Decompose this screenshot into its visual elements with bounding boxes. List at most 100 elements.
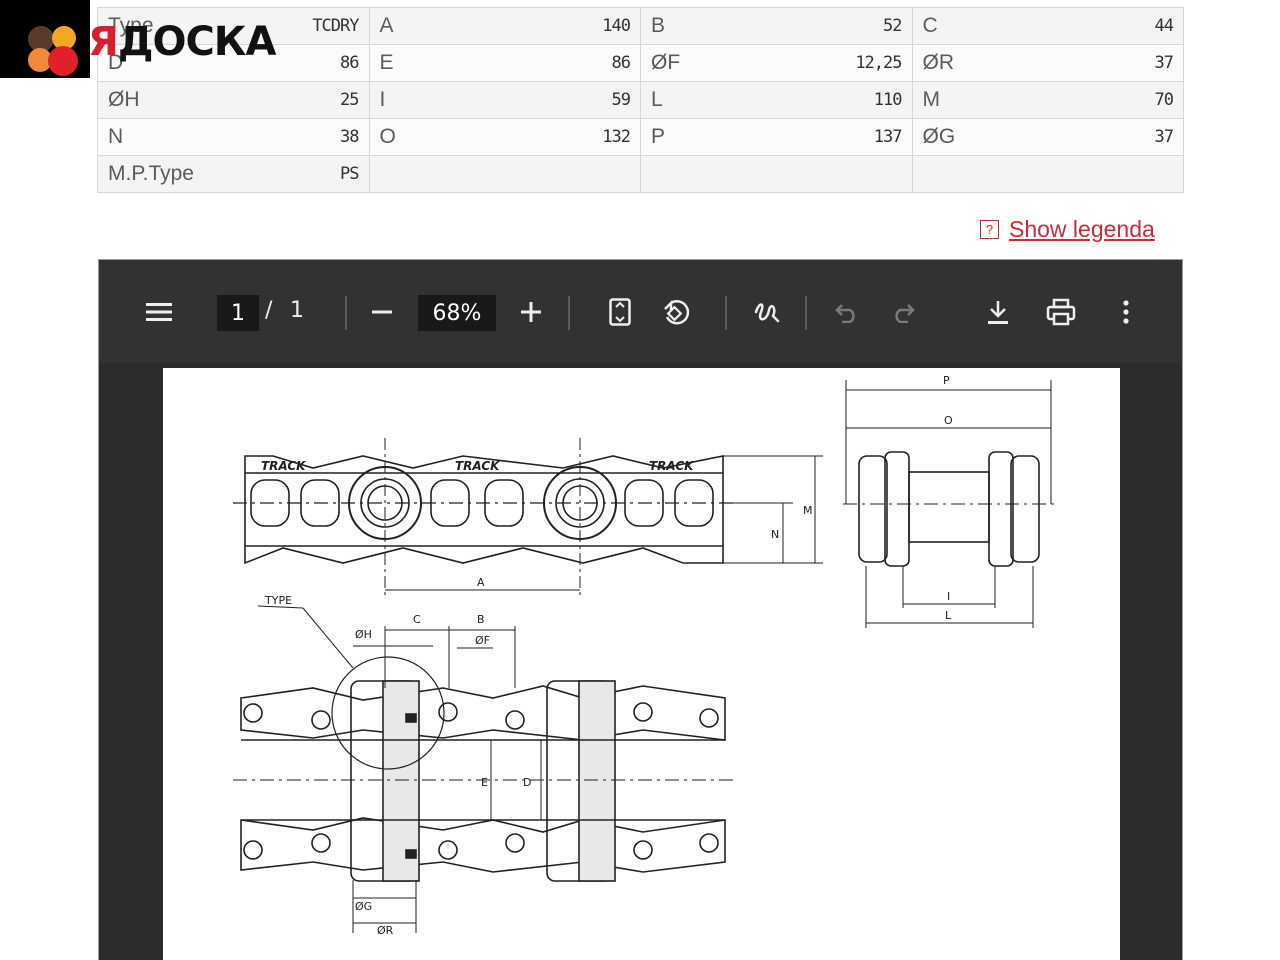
dim-label-b: B <box>477 613 485 626</box>
spec-value: 86 <box>340 53 360 73</box>
logo-dot <box>48 46 78 76</box>
menu-button[interactable] <box>139 260 179 363</box>
spec-value: 12,25 <box>855 53 902 73</box>
spec-row: ØH 25 I 59 L 110 M 70 <box>97 81 1184 119</box>
spec-label: M <box>922 88 941 111</box>
dim-label-m: M <box>803 504 813 517</box>
spec-cell: ØF 12,25 <box>640 44 913 82</box>
spec-label: ØH <box>108 88 140 111</box>
zoom-input[interactable]: 68% <box>418 295 496 331</box>
spec-label: N <box>108 125 124 148</box>
print-icon <box>1046 298 1076 325</box>
spec-value: 70 <box>1154 90 1175 110</box>
undo-icon <box>835 303 855 323</box>
logo-text: ЯДОСКА <box>88 19 276 65</box>
more-icon <box>1123 299 1129 324</box>
spec-label: A <box>379 14 394 37</box>
page-number-input[interactable]: 1 <box>217 295 259 331</box>
download-icon <box>988 300 1008 324</box>
print-button[interactable] <box>1041 260 1081 363</box>
spec-row: N 38 O 132 P 137 ØG 37 <box>97 118 1184 156</box>
dim-label-of: ØF <box>475 634 490 647</box>
spec-label: B <box>651 14 666 37</box>
rotate-icon <box>664 299 690 324</box>
annotate-icon <box>754 302 780 322</box>
spec-value: 37 <box>1154 127 1175 147</box>
toolbar-divider <box>345 296 347 330</box>
spec-cell <box>911 155 1184 193</box>
undo-button[interactable] <box>829 260 865 363</box>
download-button[interactable] <box>979 260 1017 363</box>
spec-value: 59 <box>611 90 632 110</box>
fit-page-icon <box>609 297 631 326</box>
dim-label-oh: ØH <box>355 628 372 641</box>
toolbar-divider <box>725 296 727 330</box>
pdf-viewer: 1 / 1 68% TRACK TRACK TRACK A M N P O I … <box>98 259 1183 960</box>
spec-value: 110 <box>873 90 903 110</box>
menu-icon <box>146 302 172 321</box>
spec-cell: ØH 25 <box>97 81 370 119</box>
dim-label-c: C <box>413 613 421 626</box>
dim-label-o: O <box>944 414 953 427</box>
zoom-in-button[interactable] <box>514 260 548 363</box>
spec-value: 37 <box>1154 53 1175 73</box>
spec-value: 38 <box>340 127 360 147</box>
spec-cell: I 59 <box>368 81 641 119</box>
dim-label-type: TYPE <box>264 594 292 607</box>
dim-label-i: I <box>947 590 950 603</box>
track-brand-marks: TRACK TRACK TRACK <box>261 459 695 473</box>
spec-value: TCDRY <box>312 16 359 36</box>
dim-label-n: N <box>771 528 779 541</box>
dim-label-og: ØG <box>355 900 372 913</box>
zoom-out-button[interactable] <box>365 260 399 363</box>
document-area: TRACK TRACK TRACK A M N P O I L TYPE C B… <box>99 363 1182 960</box>
chain-top-view <box>233 605 738 882</box>
more-options-button[interactable] <box>1109 260 1143 363</box>
spec-cell: A 140 <box>368 7 641 45</box>
spec-cell: ØG 37 <box>911 118 1184 156</box>
toolbar-divider <box>568 296 570 330</box>
spec-label: ØG <box>922 125 956 148</box>
spec-cell: ØR 37 <box>911 44 1184 82</box>
help-icon: ? <box>980 220 999 239</box>
spec-label: O <box>379 125 396 148</box>
spec-value: 137 <box>873 127 903 147</box>
spec-value: 52 <box>883 16 903 36</box>
spec-label: C <box>922 14 938 37</box>
track-brand: TRACK <box>261 459 307 473</box>
show-legenda-label[interactable]: Show legenda <box>1009 216 1155 243</box>
track-brand: TRACK <box>455 459 501 473</box>
show-legenda-link[interactable]: ? Show legenda <box>980 216 1155 243</box>
spec-label: L <box>651 88 663 111</box>
pdf-page: TRACK TRACK TRACK A M N P O I L TYPE C B… <box>163 368 1120 960</box>
spec-value: PS <box>340 164 360 184</box>
track-brand: TRACK <box>649 459 695 473</box>
spec-cell <box>368 155 641 193</box>
spec-label: M.P.Type <box>108 162 194 185</box>
dim-label-d: D <box>523 776 531 789</box>
spec-label: E <box>379 51 394 74</box>
technical-drawing: TRACK TRACK TRACK A M N P O I L TYPE C B… <box>233 374 1057 937</box>
fit-page-button[interactable] <box>601 260 639 363</box>
spec-value: 132 <box>602 127 631 147</box>
page-total: 1 <box>290 298 304 323</box>
redo-button[interactable] <box>885 260 921 363</box>
spec-label: P <box>651 125 666 148</box>
dim-label-l: L <box>945 609 952 622</box>
pdf-toolbar: 1 / 1 68% <box>99 260 1182 363</box>
annotate-button[interactable] <box>747 260 787 363</box>
spec-cell: L 110 <box>640 81 913 119</box>
zoom-out-icon <box>372 310 392 313</box>
spec-label: I <box>379 88 386 111</box>
dim-label-or: ØR <box>377 924 394 937</box>
spec-label: ØR <box>922 51 955 74</box>
dim-label-p: P <box>943 374 950 387</box>
spec-cell: B 52 <box>640 7 913 45</box>
toolbar-divider <box>805 296 807 330</box>
spec-row: M.P.Type PS <box>97 155 1184 193</box>
zoom-in-icon <box>521 301 541 322</box>
spec-cell: E 86 <box>368 44 641 82</box>
spec-value: 86 <box>611 53 632 73</box>
spec-cell: M.P.Type PS <box>97 155 370 193</box>
rotate-button[interactable] <box>656 260 696 363</box>
